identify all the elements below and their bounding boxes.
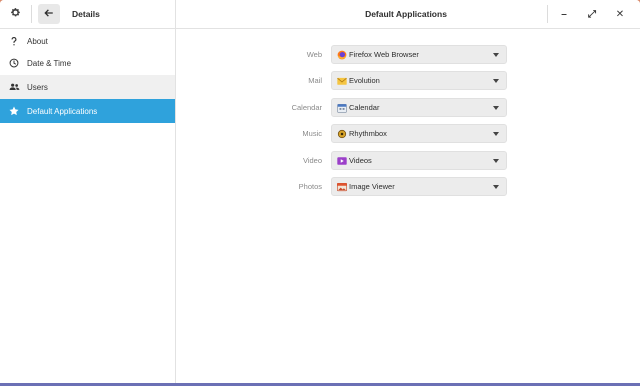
selected-app-name: Evolution (349, 76, 380, 85)
default-applications-panel: Web Firefox Web Browser Mail Evolution C… (176, 29, 640, 383)
header-left-pane: Details (0, 0, 176, 28)
settings-menu-button[interactable] (4, 4, 26, 24)
window-controls-separator (547, 5, 548, 23)
sidebar-item-about[interactable]: About (0, 29, 175, 53)
selected-app-name: Firefox Web Browser (349, 50, 419, 59)
sidebar-item-label: Default Applications (27, 106, 98, 116)
users-icon (8, 81, 20, 93)
default-app-row-music: Music Rhythmbox (176, 124, 640, 144)
evolution-icon (337, 76, 347, 86)
row-label: Web (306, 50, 322, 59)
question-icon (8, 35, 20, 47)
sidebar-item-date-time[interactable]: Date & Time (0, 51, 175, 75)
gear-icon (10, 5, 21, 23)
maximize-button[interactable]: ⤢ (581, 4, 603, 24)
clock-icon (8, 57, 20, 69)
chevron-down-icon (493, 53, 499, 57)
minimize-button[interactable]: – (553, 4, 575, 24)
sidebar-item-label: Users (27, 82, 48, 92)
header-bar: Details Default Applications – ⤢ ✕ (0, 0, 640, 29)
selected-app-name: Calendar (349, 103, 380, 112)
sidebar-item-default-applications[interactable]: Default Applications (0, 99, 175, 123)
row-label: Photos (298, 182, 322, 191)
sidebar-title: Details (72, 9, 100, 19)
calendar-icon (337, 103, 347, 113)
back-button[interactable] (38, 4, 60, 24)
firefox-icon (337, 50, 347, 60)
close-button[interactable]: ✕ (609, 4, 631, 24)
sidebar-item-label: About (27, 36, 48, 46)
chevron-down-icon (493, 159, 499, 163)
sidebar-item-label: Date & Time (27, 58, 72, 68)
maximize-icon: ⤢ (588, 8, 596, 20)
selected-app-name: Videos (349, 156, 372, 165)
video-app-dropdown[interactable]: Videos (331, 151, 507, 170)
row-label: Mail (308, 76, 322, 85)
music-app-dropdown[interactable]: Rhythmbox (331, 124, 507, 143)
sidebar: About Date & Time Users Default Applicat… (0, 29, 176, 383)
close-icon: ✕ (615, 8, 625, 20)
default-app-row-photos: Photos Image Viewer (176, 177, 640, 197)
photos-app-dropdown[interactable]: Image Viewer (331, 177, 507, 196)
default-app-row-web: Web Firefox Web Browser (176, 45, 640, 65)
image-viewer-icon (337, 182, 347, 192)
chevron-down-icon (493, 79, 499, 83)
rhythmbox-icon (337, 129, 347, 139)
header-separator (31, 5, 32, 23)
videos-icon (337, 156, 347, 166)
chevron-down-icon (493, 132, 499, 136)
mail-app-dropdown[interactable]: Evolution (331, 71, 507, 90)
selected-app-name: Rhythmbox (349, 129, 387, 138)
sidebar-item-users[interactable]: Users (0, 75, 175, 99)
default-app-row-mail: Mail Evolution (176, 71, 640, 91)
row-label: Video (302, 156, 322, 165)
web-app-dropdown[interactable]: Firefox Web Browser (331, 45, 507, 64)
settings-window: Details Default Applications – ⤢ ✕ About… (0, 0, 640, 383)
chevron-down-icon (493, 185, 499, 189)
star-icon (8, 105, 20, 117)
row-label: Music (302, 129, 322, 138)
default-app-row-video: Video Videos (176, 151, 640, 171)
default-app-row-calendar: Calendar Calendar (176, 98, 640, 118)
minimize-icon: – (561, 8, 567, 20)
selected-app-name: Image Viewer (349, 182, 395, 191)
arrow-left-icon (44, 5, 54, 23)
row-label: Calendar (291, 103, 322, 112)
calendar-app-dropdown[interactable]: Calendar (331, 98, 507, 117)
chevron-down-icon (493, 106, 499, 110)
